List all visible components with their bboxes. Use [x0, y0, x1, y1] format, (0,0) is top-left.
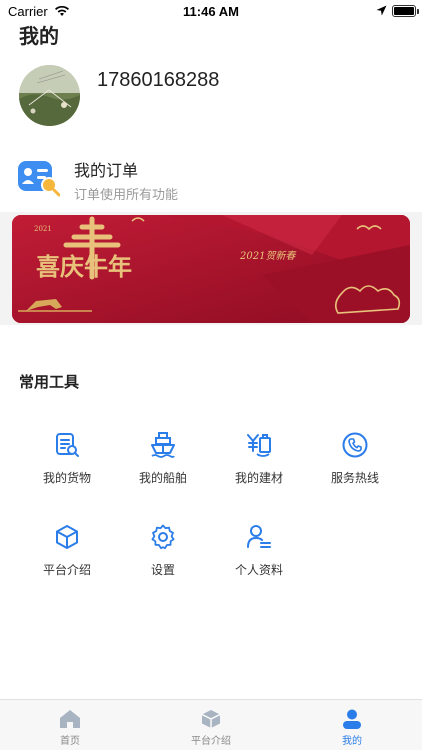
tool-settings-label: 设置	[150, 563, 175, 577]
tool-service-hotline[interactable]: 服务热线	[305, 431, 405, 501]
profile-icon	[247, 525, 271, 548]
box-icon	[201, 710, 221, 728]
tab-bar: 首页 平台介绍 我的	[0, 699, 422, 750]
avatar-photo	[19, 65, 80, 126]
tab-home-label: 首页	[60, 736, 80, 747]
location-arrow-icon	[376, 5, 387, 16]
banner-greeting: 2021贺新春	[239, 250, 296, 262]
banner-year-small: 2021	[34, 225, 52, 233]
tool-my-building-materials[interactable]: 我的建材	[209, 431, 309, 501]
building-materials-icon	[247, 434, 271, 457]
tool-personal-profile-label: 个人资料	[234, 563, 283, 577]
tool-personal-profile[interactable]: 个人资料	[209, 523, 309, 593]
tab-platform-intro-label: 平台介绍	[191, 736, 231, 747]
user-icon	[343, 709, 361, 729]
phone-number: 17860168288	[97, 69, 220, 91]
gear-icon	[151, 524, 175, 550]
tool-platform-intro-label: 平台介绍	[42, 563, 91, 577]
tab-platform-intro[interactable]: 平台介绍	[141, 700, 281, 750]
tool-my-ship[interactable]: 我的船舶	[113, 431, 213, 501]
battery-icon	[392, 5, 419, 17]
page-title: 我的	[19, 24, 59, 48]
tab-home[interactable]: 首页	[0, 700, 140, 750]
my-orders-title: 我的订单	[74, 161, 139, 180]
tool-my-cargo[interactable]: 我的货物	[17, 431, 117, 501]
tool-platform-intro[interactable]: 平台介绍	[17, 523, 117, 593]
tools-section-title: 常用工具	[19, 373, 80, 391]
my-orders-row[interactable]: 我的订单 订单使用所有功能	[0, 150, 422, 206]
phone-icon	[342, 432, 368, 458]
tool-my-building-materials-label: 我的建材	[234, 471, 283, 485]
banner-image: 2021 喜庆牛年 2021贺新春	[12, 215, 410, 323]
new-year-banner[interactable]: 2021 喜庆牛年 2021贺新春	[12, 215, 410, 323]
status-bar: Carrier 11:46 AM	[0, 0, 422, 22]
tool-my-cargo-label: 我的货物	[42, 471, 91, 485]
avatar[interactable]	[19, 65, 80, 126]
clock: 11:46 AM	[183, 4, 239, 19]
my-orders-subtitle: 订单使用所有功能	[74, 188, 179, 203]
tab-mine-label: 我的	[342, 736, 362, 747]
banner-area: 2021 喜庆牛年 2021贺新春	[0, 212, 422, 325]
tool-settings[interactable]: 设置	[113, 523, 213, 593]
tool-my-ship-label: 我的船舶	[138, 471, 187, 485]
cargo-icon	[56, 433, 79, 457]
ship-icon	[151, 432, 175, 458]
banner-main-text: 喜庆牛年	[36, 252, 132, 281]
home-icon	[60, 710, 80, 728]
tool-service-hotline-label: 服务热线	[330, 471, 379, 485]
tab-mine[interactable]: 我的	[282, 700, 422, 750]
order-icon	[18, 161, 60, 197]
box-icon	[56, 525, 78, 549]
